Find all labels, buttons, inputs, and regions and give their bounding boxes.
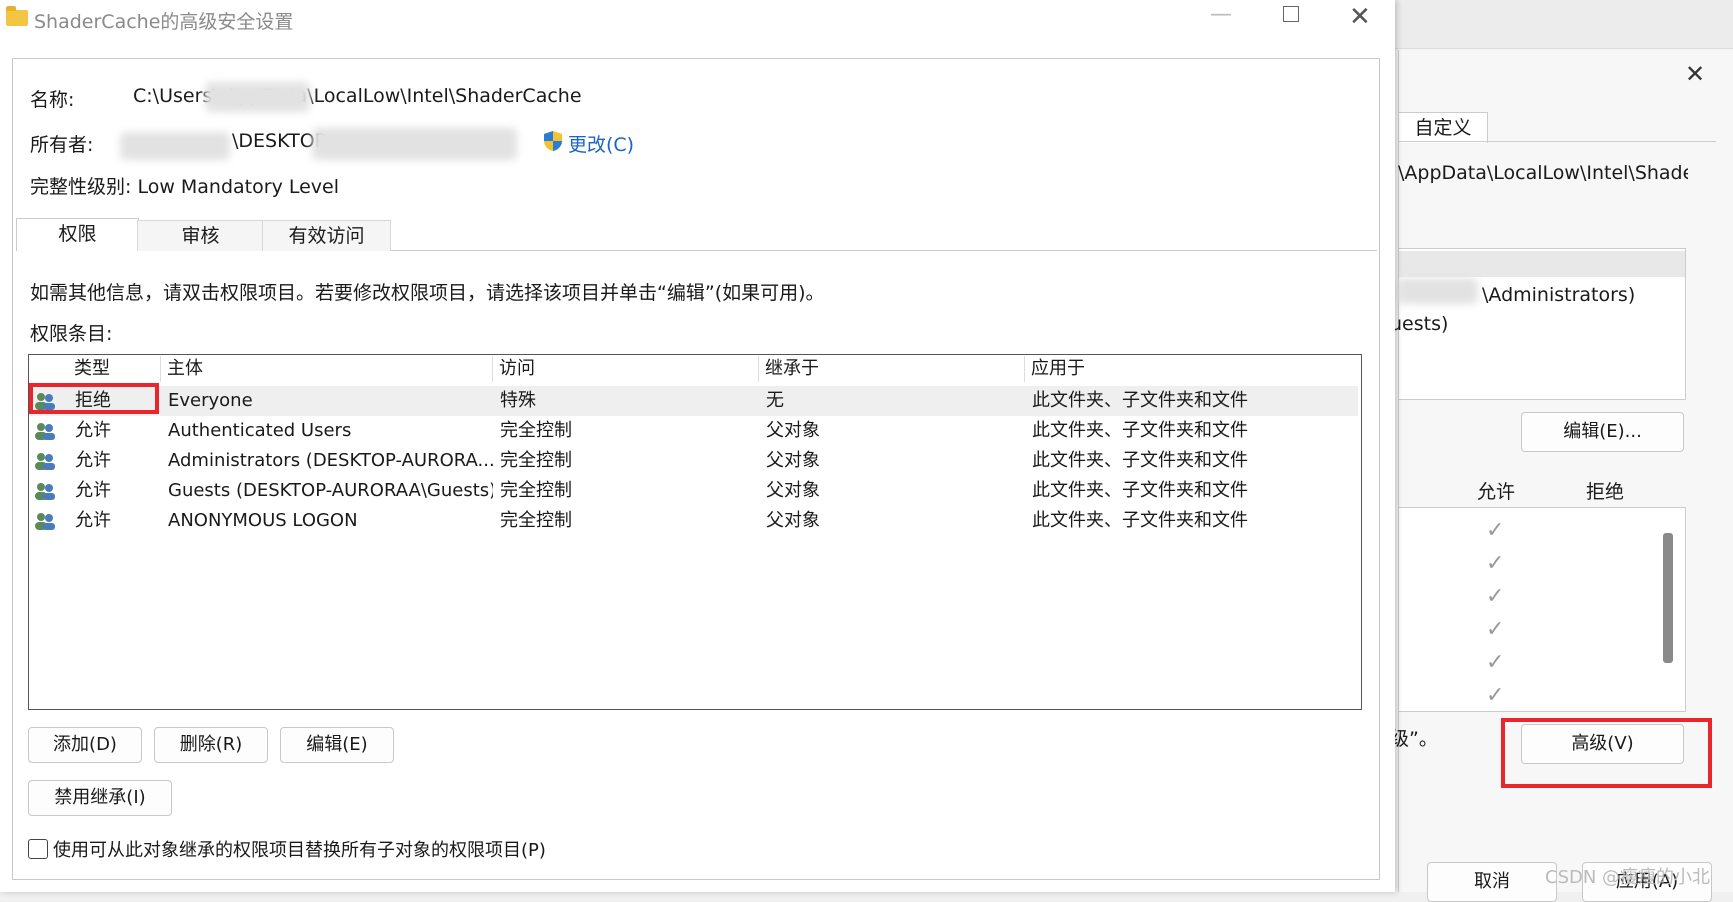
- tab-effective-access[interactable]: 有效访问: [262, 220, 391, 251]
- edit-button[interactable]: 编辑(E): [280, 727, 394, 763]
- table-row[interactable]: 允许 Guests (DESKTOP-AURORAA\Guests) 完全控制 …: [30, 476, 1358, 506]
- check-icon: ✓: [1486, 518, 1505, 543]
- cell-inherited: 父对象: [766, 450, 820, 471]
- table-row[interactable]: 允许 ANONYMOUS LOGON 完全控制 父对象 此文件夹、子文件夹和文件: [30, 506, 1358, 536]
- column-header-access[interactable]: 访问: [499, 356, 535, 382]
- cell-principal: Guests (DESKTOP-AURORAA\Guests): [168, 480, 493, 501]
- background-deny-header: 拒绝: [1586, 481, 1625, 503]
- background-close-icon[interactable]: ✕: [1685, 60, 1705, 88]
- check-icon: ✓: [1486, 617, 1505, 642]
- permission-entries-label: 权限条目:: [30, 323, 113, 345]
- background-window-strip: [1390, 0, 1733, 49]
- cell-inherited: 父对象: [766, 420, 820, 441]
- close-icon[interactable]: ✕: [1349, 2, 1371, 32]
- watermark: CSDN @瘦瘦的小北: [1545, 867, 1711, 888]
- cell-inherited: 父对象: [766, 510, 820, 531]
- cell-applies: 此文件夹、子文件夹和文件: [1032, 480, 1248, 501]
- replace-child-permissions-checkbox[interactable]: [28, 839, 48, 859]
- check-icon: ✓: [1486, 650, 1505, 675]
- background-cancel-button[interactable]: 取消: [1427, 862, 1557, 902]
- check-icon: ✓: [1486, 584, 1505, 609]
- maximize-icon[interactable]: [1283, 6, 1299, 22]
- cell-principal: Everyone: [168, 390, 253, 411]
- highlight-box-deny-entry: [29, 383, 159, 414]
- background-selected-row[interactable]: [1399, 251, 1685, 277]
- tab-permissions[interactable]: 权限: [16, 218, 139, 251]
- cell-applies: 此文件夹、子文件夹和文件: [1032, 450, 1248, 471]
- column-header-applies[interactable]: 应用于: [1031, 356, 1085, 382]
- column-header-principal[interactable]: 主体: [167, 356, 203, 382]
- uac-shield-icon: [544, 131, 562, 151]
- cell-applies: 此文件夹、子文件夹和文件: [1032, 390, 1248, 411]
- check-icon: ✓: [1486, 551, 1505, 576]
- column-separator: [492, 356, 493, 382]
- users-icon: [35, 423, 55, 440]
- table-row[interactable]: 拒绝 Everyone 特殊 无 此文件夹、子文件夹和文件: [30, 386, 1358, 416]
- column-separator: [160, 356, 161, 382]
- column-separator: [1024, 356, 1025, 382]
- table-row[interactable]: 允许 Authenticated Users 完全控制 父对象 此文件夹、子文件…: [30, 416, 1358, 446]
- users-icon: [35, 453, 55, 470]
- cell-access: 特殊: [500, 390, 536, 411]
- cell-type: 允许: [75, 510, 111, 531]
- cell-access: 完全控制: [500, 450, 572, 471]
- integrity-level: 完整性级别: Low Mandatory Level: [30, 176, 340, 198]
- cell-principal: ANONYMOUS LOGON: [168, 510, 358, 531]
- redacted-owner-suffix: [312, 128, 517, 160]
- table-row[interactable]: 允许 Administrators (DESKTOP-AURORA... 完全控…: [30, 446, 1358, 476]
- highlight-box-advanced: [1501, 718, 1712, 788]
- info-text: 如需其他信息，请双击权限项目。若要修改权限项目，请选择该项目并单击“编辑”(如果…: [30, 282, 825, 304]
- redacted-owner-prefix: [120, 132, 230, 160]
- background-scrollbar-thumb[interactable]: [1663, 533, 1673, 663]
- name-label: 名称:: [30, 89, 75, 111]
- owner-label: 所有者:: [30, 134, 94, 156]
- background-user-administrators[interactable]: \Administrators): [1482, 284, 1635, 306]
- cell-access: 完全控制: [500, 420, 572, 441]
- cell-type: 允许: [75, 450, 111, 471]
- background-tab-divider: [1398, 141, 1716, 142]
- background-tab-custom[interactable]: 自定义: [1398, 112, 1488, 143]
- tab-auditing[interactable]: 审核: [137, 220, 264, 251]
- cell-access: 完全控制: [500, 480, 572, 501]
- name-value: C:\Users\ AppData\LocalLow\Intel\ShaderC…: [133, 85, 582, 107]
- check-icon: ✓: [1486, 683, 1505, 708]
- users-icon: [35, 483, 55, 500]
- column-header-inherited[interactable]: 继承于: [765, 356, 819, 382]
- folder-icon: [6, 6, 28, 26]
- remove-button[interactable]: 删除(R): [154, 727, 268, 763]
- users-icon: [35, 513, 55, 530]
- cell-inherited: 父对象: [766, 480, 820, 501]
- column-separator: [758, 356, 759, 382]
- redacted-username: [205, 82, 310, 112]
- background-blurred-text: [1398, 278, 1478, 304]
- cell-inherited: 无: [766, 390, 784, 411]
- background-allow-header: 允许: [1477, 481, 1516, 503]
- column-header-type[interactable]: 类型: [74, 356, 110, 382]
- disable-inheritance-button[interactable]: 禁用继承(I): [28, 780, 172, 816]
- background-edit-button[interactable]: 编辑(E)...: [1521, 412, 1684, 452]
- change-owner-link[interactable]: 更改(C): [568, 130, 634, 157]
- add-button[interactable]: 添加(D): [28, 727, 142, 763]
- minimize-icon[interactable]: —: [1210, 2, 1232, 27]
- replace-child-permissions-label[interactable]: 使用可从此对象继承的权限项目替换所有子对象的权限项目(P): [53, 836, 546, 862]
- cell-principal: Administrators (DESKTOP-AURORA...: [168, 450, 493, 471]
- background-permission-list[interactable]: ✓ ✓ ✓ ✓ ✓ ✓: [1398, 507, 1686, 712]
- cell-type: 允许: [75, 420, 111, 441]
- cell-type: 允许: [75, 480, 111, 501]
- background-hint-text: 级”。: [1390, 728, 1438, 750]
- cell-principal: Authenticated Users: [168, 420, 352, 441]
- cell-applies: 此文件夹、子文件夹和文件: [1032, 510, 1248, 531]
- background-user-guests[interactable]: uests): [1390, 313, 1448, 335]
- background-object-path: \AppData\LocalLow\Intel\Shade: [1398, 162, 1688, 184]
- cell-applies: 此文件夹、子文件夹和文件: [1032, 420, 1248, 441]
- window-title: ShaderCache的高级安全设置: [34, 11, 294, 33]
- cell-access: 完全控制: [500, 510, 572, 531]
